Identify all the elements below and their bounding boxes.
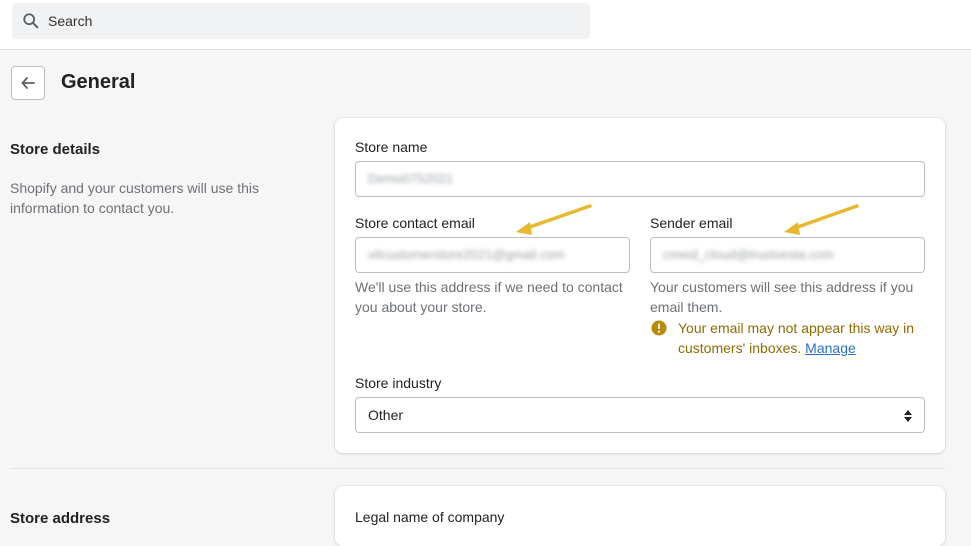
contact-email-field[interactable]: vitcustomerstore2021@gmail.com	[355, 237, 630, 273]
top-bar: Search	[0, 0, 971, 50]
sender-email-help: Your customers will see this address if …	[650, 279, 914, 315]
sender-email-label: Sender email	[650, 215, 733, 231]
manage-link[interactable]: Manage	[805, 340, 856, 356]
contact-email-label: Store contact email	[355, 215, 475, 231]
store-address-title: Store address	[10, 510, 111, 527]
sender-email-warning: Your email may not appear this way in cu…	[678, 318, 928, 358]
sender-email-value: cmeid_cloud@trustvesta.com	[663, 247, 834, 262]
page-title: General	[61, 71, 136, 93]
sender-email-field[interactable]: cmeid_cloud@trustvesta.com	[650, 237, 925, 273]
select-arrows-icon	[904, 410, 912, 422]
store-name-label: Store name	[355, 139, 428, 155]
store-name-value: Demo0752021	[368, 171, 454, 186]
annotation-arrow-contact	[516, 204, 592, 235]
alert-circle-icon	[651, 320, 667, 336]
industry-select[interactable]: Other	[355, 397, 925, 433]
annotation-arrow-sender	[784, 204, 859, 235]
legal-name-label: Legal name of company	[355, 509, 505, 525]
industry-value: Other	[368, 407, 404, 423]
contact-email-value: vitcustomerstore2021@gmail.com	[368, 247, 565, 262]
store-details-card: Store name Demo0752021 Store contact ema…	[335, 118, 945, 453]
warning-text: Your email may not appear this way in cu…	[678, 320, 915, 356]
store-details-title: Store details	[10, 141, 101, 158]
store-details-description: Shopify and your customers will use this…	[10, 180, 259, 216]
search-bar[interactable]: Search	[12, 3, 590, 39]
arrow-left-icon	[21, 77, 35, 89]
back-button[interactable]	[11, 66, 45, 100]
section-divider	[10, 468, 945, 469]
store-address-card: Legal name of company	[335, 486, 945, 546]
search-icon	[23, 13, 39, 29]
search-placeholder: Search	[48, 13, 93, 29]
store-name-field[interactable]: Demo0752021	[355, 161, 925, 197]
contact-email-help: We'll use this address if we need to con…	[355, 279, 623, 315]
industry-label: Store industry	[355, 375, 442, 391]
